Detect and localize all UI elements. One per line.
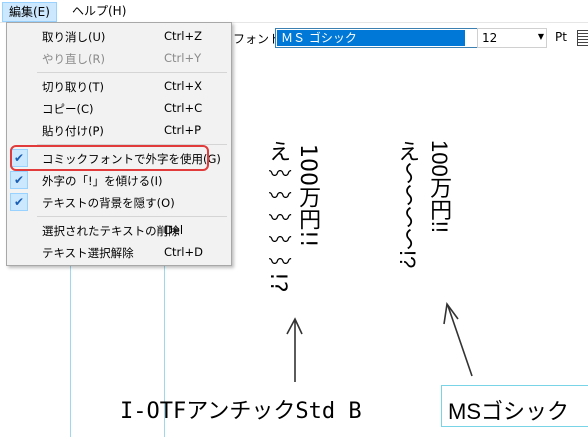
menu-item-label: テキスト選択解除	[42, 246, 134, 260]
menu-item-shortcut: Ctrl+P	[164, 123, 202, 137]
menu-item-label: テキストの背景を隠す(O)	[42, 196, 175, 210]
menu-item-delete-selection[interactable]: 選択されたテキストの削除 Del	[7, 219, 229, 241]
menu-item-shortcut: Ctrl+D	[164, 245, 203, 259]
text-align-icon[interactable]	[577, 30, 588, 46]
caption-right: MSゴシック	[448, 399, 570, 424]
menu-item-shortcut: Ctrl+Y	[164, 51, 202, 65]
menu-item-undo[interactable]: 取り消し(U) Ctrl+Z	[7, 25, 229, 47]
menu-item-paste[interactable]: 貼り付け(P) Ctrl+P	[7, 119, 229, 141]
caption-left: I-OTFアンチックStd B	[120, 399, 362, 424]
menu-separator	[37, 72, 227, 73]
menu-help[interactable]: ヘルプ(H)	[66, 2, 132, 20]
canvas-text-right-2[interactable]: 100万円!!	[427, 140, 452, 280]
menu-separator	[37, 216, 227, 217]
menu-item-cut[interactable]: 切り取り(T) Ctrl+X	[7, 75, 229, 97]
menu-item-redo[interactable]: やり直し(R) Ctrl+Y	[7, 47, 229, 69]
unit-label: Pt	[555, 30, 567, 44]
menu-item-deselect[interactable]: テキスト選択解除 Ctrl+D	[7, 241, 229, 263]
menu-item-shortcut: Ctrl+X	[164, 79, 202, 93]
menu-item-label: 選択されたテキストの削除	[42, 224, 180, 238]
toolbar: フォント: ＭＳ ゴシック ▼ 12 ▼ Pt	[225, 24, 588, 52]
menu-item-copy[interactable]: コピー(C) Ctrl+C	[7, 97, 229, 119]
checkmark-icon: ✔	[10, 193, 28, 211]
menu-item-label: やり直し(R)	[42, 52, 105, 66]
checkmark-icon: ✔	[10, 171, 28, 189]
menu-edit[interactable]: 編集(E)	[2, 2, 57, 22]
menu-item-label: 取り消し(U)	[42, 30, 106, 44]
menu-item-tilt-exclamation[interactable]: ✔ 外字の「!」を傾ける(I)	[7, 169, 229, 191]
edit-menu: 取り消し(U) Ctrl+Z やり直し(R) Ctrl+Y 切り取り(T) Ct…	[6, 22, 232, 266]
menu-item-shortcut: Del	[164, 223, 184, 237]
menu-item-label: 貼り付け(P)	[42, 124, 104, 138]
menu-item-shortcut: Ctrl+Z	[164, 29, 202, 43]
menu-item-label: 切り取り(T)	[42, 80, 104, 94]
highlight-annotation	[10, 145, 209, 171]
menu-item-hide-background[interactable]: ✔ テキストの背景を隠す(O)	[7, 191, 229, 213]
font-select[interactable]: ＭＳ ゴシック ▼	[275, 28, 499, 48]
menu-item-label: 外字の「!」を傾ける(I)	[42, 174, 163, 188]
font-select-value: ＭＳ ゴシック	[277, 30, 465, 46]
caption-right-box[interactable]: MSゴシック	[441, 385, 588, 427]
annotation-arrow-left	[286, 317, 303, 382]
chevron-down-icon[interactable]: ▼	[538, 32, 544, 41]
canvas-text-left-2[interactable]: 100万円!!	[295, 144, 320, 284]
canvas-text-left-1[interactable]: え〰〰〰〰〰!?	[265, 140, 290, 300]
font-size-select[interactable]: 12 ▼	[477, 28, 547, 48]
menu-item-shortcut: Ctrl+C	[164, 101, 203, 115]
font-size-value: 12	[482, 31, 498, 45]
canvas-text-right-1[interactable]: え〜〜〜〜!?	[395, 140, 420, 300]
annotation-arrow-right	[443, 301, 473, 377]
menu-item-label: コピー(C)	[42, 102, 94, 116]
menu-bar: 編集(E) ヘルプ(H)	[0, 0, 588, 23]
